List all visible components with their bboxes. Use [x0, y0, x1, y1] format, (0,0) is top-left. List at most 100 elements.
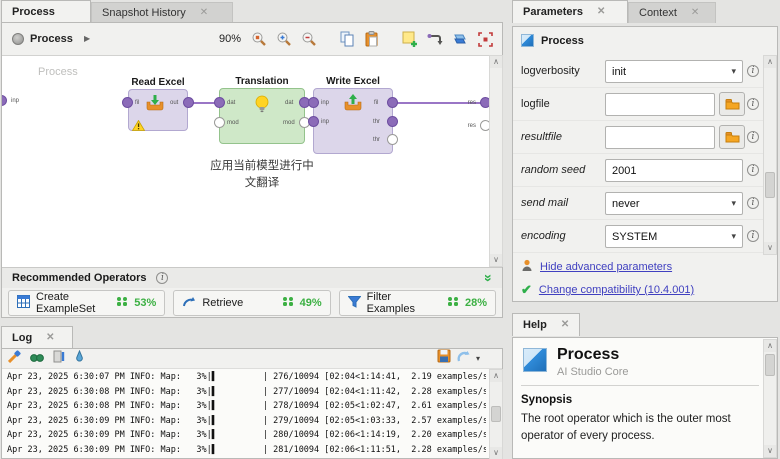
info-icon[interactable]: i [747, 65, 759, 77]
scroll-down-icon[interactable]: ∨ [764, 445, 776, 457]
warning-icon[interactable] [132, 118, 145, 136]
clear-log-icon[interactable] [8, 350, 21, 368]
info-icon[interactable]: i [156, 272, 168, 284]
logfile-browse-button[interactable] [719, 92, 745, 116]
dropdown-arrow-icon: ▾ [731, 198, 736, 209]
parameters-scrollbar[interactable]: ∧ ∨ [763, 55, 777, 255]
info-icon[interactable]: i [747, 197, 759, 209]
encoding-select[interactable]: SYSTEM ▾ [605, 225, 743, 248]
port-read-excel-fil[interactable] [122, 97, 133, 108]
resultfile-browse-button[interactable] [719, 125, 745, 149]
process-canvas[interactable]: Process inp Read Excel [2, 55, 489, 267]
scroll-down-icon[interactable]: ∨ [490, 447, 502, 459]
scrollbar-thumb[interactable] [491, 406, 501, 422]
scroll-up-icon[interactable]: ∧ [490, 56, 502, 68]
copy-icon[interactable] [338, 30, 356, 48]
process-operator-icon [523, 348, 547, 372]
process-result-port-1[interactable] [480, 97, 489, 108]
change-compatibility-link[interactable]: Change compatibility (10.4.001) [539, 284, 694, 296]
tab-process[interactable]: Process [1, 0, 91, 23]
recommended-percent: 28% [465, 297, 487, 309]
close-icon[interactable]: ✕ [200, 8, 208, 18]
marker-icon[interactable] [74, 350, 85, 368]
help-subtitle: AI Studio Core [557, 366, 629, 378]
tab-help[interactable]: Help ✕ [512, 313, 580, 336]
edit-log-icon[interactable] [53, 350, 65, 368]
info-icon[interactable]: i [747, 131, 759, 143]
auto-fit-icon[interactable] [476, 30, 494, 48]
log-line: Apr 23, 2025 6:30:08 PM INFO: Map: 3%|▌ … [7, 385, 486, 400]
tab-snapshot-history[interactable]: Snapshot History ✕ [91, 2, 233, 23]
recommended-create-exampleset-button[interactable]: Create ExampleSet 53% [8, 290, 165, 316]
recommended-filter-examples-button[interactable]: Filter Examples 28% [339, 290, 496, 316]
port-write-excel-thr1[interactable] [387, 116, 398, 127]
log-scrollbar[interactable]: ∧ ∨ [489, 369, 503, 459]
close-icon[interactable]: ✕ [561, 320, 569, 330]
close-icon[interactable]: ✕ [691, 8, 699, 18]
add-note-icon[interactable] [401, 30, 419, 48]
tab-log[interactable]: Log ✕ [1, 326, 73, 349]
collapse-chevron-icon[interactable]: » [481, 274, 497, 280]
close-icon[interactable]: ✕ [46, 333, 54, 343]
info-icon[interactable]: i [747, 230, 759, 242]
log-output[interactable]: Apr 23, 2025 6:30:07 PM INFO: Map: 3%|▌ … [7, 370, 486, 458]
save-log-icon[interactable] [437, 349, 451, 368]
logfile-input[interactable] [605, 93, 715, 116]
process-result-port-2[interactable] [480, 120, 489, 131]
scrollbar-thumb[interactable] [765, 354, 775, 376]
paste-icon[interactable] [363, 30, 381, 48]
canvas-annotation[interactable]: 应用当前模型进行中 文翻译 [172, 158, 352, 191]
scroll-down-icon[interactable]: ∨ [490, 254, 502, 266]
help-title: Process [557, 346, 619, 364]
export-log-icon[interactable] [457, 350, 470, 368]
community-icon [447, 296, 459, 310]
port-write-excel-fil[interactable] [387, 97, 398, 108]
process-operator-icon [521, 34, 534, 47]
compatibility-link-row: ✔ Change compatibility (10.4.001) [521, 282, 694, 298]
recommended-retrieve-button[interactable]: Retrieve 49% [173, 290, 330, 316]
port-read-excel-out[interactable] [183, 97, 194, 108]
log-panel: ▾ Apr 23, 2025 6:30:07 PM INFO: Map: 3%|… [1, 348, 503, 459]
port-write-excel-inp2[interactable] [308, 116, 319, 127]
send-mail-select[interactable]: never ▾ [605, 192, 743, 215]
dropdown-arrow-icon[interactable]: ▾ [476, 354, 480, 363]
search-log-icon[interactable] [30, 350, 44, 368]
auto-wire-icon[interactable] [426, 30, 444, 48]
operator-title-translation: Translation [217, 76, 307, 87]
scrollbar-thumb[interactable] [765, 172, 775, 198]
process-input-port[interactable] [2, 95, 7, 106]
port-translation-dat-in[interactable] [214, 97, 225, 108]
operator-title-read-excel: Read Excel [118, 77, 198, 88]
port-write-excel-inp1[interactable] [308, 97, 319, 108]
log-line: Apr 23, 2025 6:30:09 PM INFO: Map: 3%|▌ … [7, 414, 486, 429]
zoom-out-icon[interactable] [300, 30, 318, 48]
zoom-reset-icon[interactable] [250, 30, 268, 48]
random-seed-input[interactable]: 2001 [605, 159, 743, 182]
breadcrumb[interactable]: Process [30, 33, 73, 45]
canvas-scrollbar[interactable]: ∧ ∨ [489, 55, 503, 267]
community-icon [282, 296, 294, 310]
check-icon: ✔ [521, 282, 532, 298]
zoom-in-icon[interactable] [275, 30, 293, 48]
parameters-operator-name: Process [541, 35, 584, 47]
community-icon [116, 296, 128, 310]
scroll-down-icon[interactable]: ∨ [764, 242, 776, 254]
close-icon[interactable]: ✕ [597, 7, 605, 17]
scroll-up-icon[interactable]: ∧ [764, 56, 776, 68]
operator-title-write-excel: Write Excel [313, 76, 393, 87]
scroll-up-icon[interactable]: ∧ [490, 370, 502, 382]
port-label: mod [227, 120, 239, 126]
info-icon[interactable]: i [747, 98, 759, 110]
tab-parameters[interactable]: Parameters ✕ [512, 0, 628, 23]
port-write-excel-thr2[interactable] [387, 134, 398, 145]
help-scrollbar[interactable]: ∧ ∨ [763, 339, 777, 458]
resultfile-input[interactable] [605, 126, 715, 149]
logverbosity-select[interactable]: init ▾ [605, 60, 743, 83]
info-icon[interactable]: i [747, 164, 759, 176]
tab-context[interactable]: Context ✕ [628, 2, 716, 23]
layout-icon[interactable] [451, 30, 469, 48]
dropdown-arrow-icon: ▾ [731, 231, 736, 242]
port-translation-mod-in[interactable] [214, 117, 225, 128]
hide-advanced-parameters-link[interactable]: Hide advanced parameters [540, 261, 672, 273]
scroll-up-icon[interactable]: ∧ [764, 340, 776, 352]
